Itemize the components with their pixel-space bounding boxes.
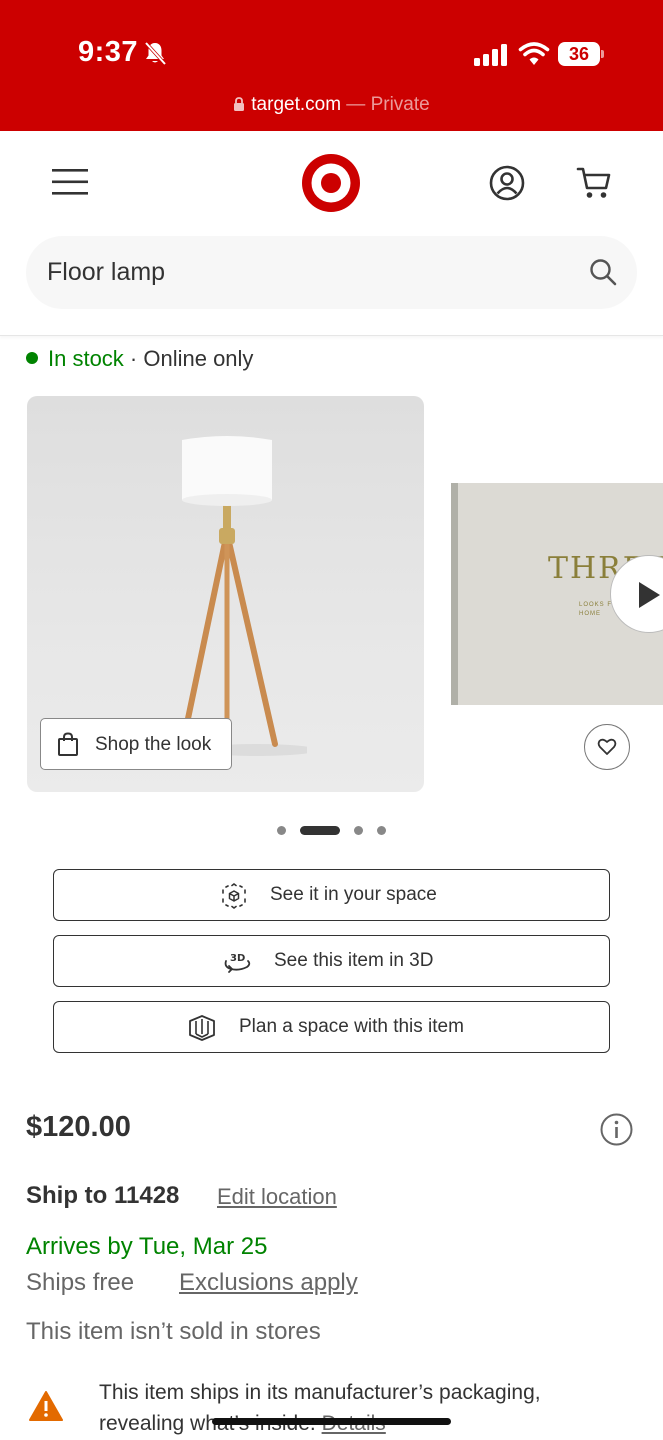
cellular-signal-icon bbox=[474, 44, 507, 66]
edit-location-link[interactable]: Edit location bbox=[217, 1184, 337, 1210]
see-it-in-your-space-button[interactable]: See it in your space bbox=[53, 869, 610, 921]
carousel-indicator[interactable] bbox=[0, 824, 663, 836]
url-host: target.com bbox=[251, 94, 342, 115]
plan-a-space-label: Plan a space with this item bbox=[239, 1016, 464, 1037]
3d-rotate-icon: 3D bbox=[224, 953, 251, 973]
plan-a-space-button[interactable]: Plan a space with this item bbox=[53, 1001, 610, 1053]
heart-icon bbox=[597, 738, 617, 755]
shop-the-look-button[interactable]: Shop the look bbox=[40, 718, 232, 770]
product-image-main[interactable]: Shop the look bbox=[27, 396, 424, 792]
carousel-dot[interactable] bbox=[277, 826, 286, 835]
home-indicator[interactable] bbox=[212, 1418, 451, 1425]
wifi-icon bbox=[518, 42, 550, 65]
ar-cube-icon bbox=[222, 883, 246, 909]
arrival-date: Arrives by Tue, Mar 25 bbox=[26, 1233, 268, 1260]
site-header: Floor lamp bbox=[0, 131, 663, 336]
battery-level: 36 bbox=[568, 44, 590, 64]
floor-lamp-image bbox=[178, 436, 307, 756]
stock-status: In stock · Online only bbox=[26, 346, 253, 372]
in-stock-label: In stock bbox=[48, 346, 124, 371]
packaging-notice: This item ships in its manufacturer’s pa… bbox=[99, 1377, 619, 1439]
carousel-dot[interactable] bbox=[354, 826, 363, 835]
hamburger-menu-icon[interactable] bbox=[52, 167, 88, 197]
see-in-3d-button[interactable]: 3D See this item in 3D bbox=[53, 935, 610, 987]
exclusions-apply-link[interactable]: Exclusions apply bbox=[179, 1269, 358, 1297]
shopping-bag-icon bbox=[58, 732, 78, 756]
cart-icon[interactable] bbox=[576, 166, 612, 200]
clock-time: 9:37 bbox=[78, 36, 139, 68]
battery-indicator: 36 bbox=[558, 42, 604, 66]
warning-icon bbox=[29, 1391, 63, 1421]
address-bar[interactable]: target.com — Private bbox=[0, 94, 663, 116]
search-bar[interactable]: Floor lamp bbox=[26, 236, 637, 309]
ship-to-zip: Ship to 11428 bbox=[26, 1182, 180, 1209]
browser-status-bar: 9:37 36 target.com — Private bbox=[0, 0, 663, 131]
online-only-label: · Online only bbox=[123, 346, 254, 371]
carousel-dot-active[interactable] bbox=[300, 826, 340, 835]
product-price: $120.00 bbox=[26, 1111, 131, 1143]
carousel-dot[interactable] bbox=[377, 826, 386, 835]
search-icon[interactable] bbox=[589, 258, 617, 286]
see-in-3d-label: See this item in 3D bbox=[274, 950, 434, 971]
lock-icon bbox=[234, 97, 245, 111]
shop-the-look-label: Shop the look bbox=[95, 734, 212, 755]
image-edge bbox=[451, 483, 458, 705]
not-sold-in-stores-note: This item isn’t sold in stores bbox=[26, 1318, 321, 1345]
info-icon[interactable] bbox=[600, 1113, 633, 1146]
favorite-button[interactable] bbox=[584, 724, 630, 770]
muted-bell-icon bbox=[144, 41, 167, 66]
target-logo-icon[interactable] bbox=[302, 154, 360, 212]
ships-free-label: Ships free bbox=[26, 1269, 135, 1296]
play-icon bbox=[639, 582, 660, 608]
svg-text:3D: 3D bbox=[230, 953, 245, 964]
see-it-in-your-space-label: See it in your space bbox=[270, 884, 437, 905]
in-stock-dot-icon bbox=[26, 352, 38, 364]
packaging-notice-text: This item ships in its manufacturer’s pa… bbox=[99, 1381, 541, 1435]
account-icon[interactable] bbox=[489, 165, 525, 201]
search-input[interactable]: Floor lamp bbox=[47, 258, 165, 287]
room-plan-icon bbox=[189, 1015, 215, 1041]
private-label: — Private bbox=[341, 94, 430, 115]
